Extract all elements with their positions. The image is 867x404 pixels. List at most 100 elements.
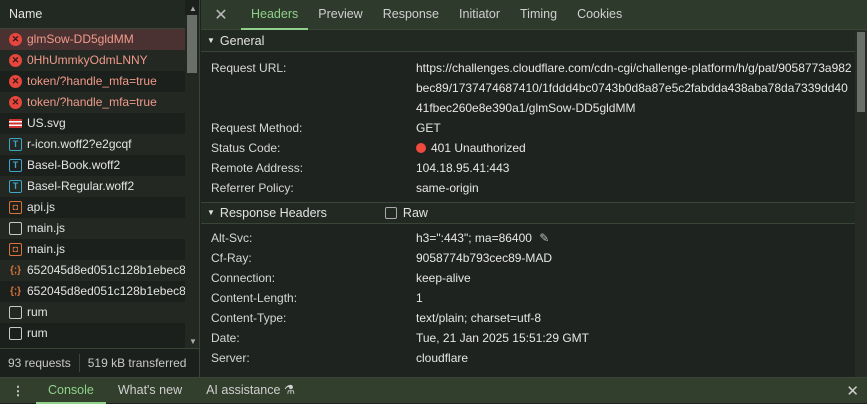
more-options-icon[interactable]: ⋮ — [0, 383, 36, 398]
error-icon: ✕ — [9, 75, 22, 88]
header-key: Status Code: — [211, 141, 281, 155]
header-row: Content-Type: text/plain; charset=utf-8 — [201, 308, 867, 328]
section-title: Response Headers — [219, 206, 327, 220]
header-row: Request URL: https://challenges.cloudflar… — [201, 58, 867, 118]
header-row: Status Code: 401 Unauthorized — [201, 138, 867, 158]
header-key: Referrer Policy: — [211, 181, 294, 195]
status-code-value: 401 Unauthorized — [431, 141, 526, 155]
request-row[interactable]: ✕ 0HhUmmkyOdmLNNY — [0, 50, 185, 71]
request-list: ✕ glmSow-DD5gldMM ✕ 0HhUmmkyOdmLNNY ✕ token/?… — [0, 29, 199, 344]
header-row: Referrer Policy: same-origin — [201, 178, 867, 198]
response-header-rows: Alt-Svc: h3=":443"; ma=86400 ✎ Cf-Ray: 905… — [201, 224, 867, 372]
header-value: 1 — [416, 291, 423, 305]
header-key: Remote Address: — [211, 161, 304, 175]
tab-headers[interactable]: Headers — [241, 0, 309, 30]
header-row: Remote Address: 104.18.95.41:443 — [201, 158, 867, 178]
header-value: same-origin — [416, 181, 479, 195]
request-row[interactable]: ◘ api.js — [0, 197, 185, 218]
header-row: Cf-Ray: 9058774b793cec89-MAD — [201, 248, 867, 268]
request-row[interactable]: rum — [0, 323, 185, 344]
raw-checkbox[interactable] — [384, 207, 397, 219]
request-row[interactable]: ✕ glmSow-DD5gldMM — [0, 29, 185, 50]
close-icon[interactable]: ✕ — [201, 5, 241, 25]
request-row[interactable]: US.svg — [0, 113, 185, 134]
header-key: Request URL: — [211, 61, 287, 75]
request-name: Basel-Book.woff2 — [27, 158, 121, 172]
scroll-down-icon[interactable]: ▼ — [189, 337, 197, 346]
request-name: main.js — [27, 242, 66, 256]
tab-cookies[interactable]: Cookies — [567, 0, 632, 30]
drawer-tab-console[interactable]: Console — [36, 378, 106, 404]
close-drawer-icon[interactable]: ✕ — [846, 382, 859, 400]
general-rows: Request URL: https://challenges.cloudflar… — [201, 52, 867, 202]
section-title: General — [219, 33, 265, 48]
header-key: Cf-Ray: — [211, 251, 252, 265]
request-name: token/?handle_mfa=true — [27, 74, 157, 88]
request-row[interactable]: T Basel-Regular.woff2 — [0, 176, 185, 197]
tab-preview[interactable]: Preview — [308, 0, 372, 30]
header-key: Request Method: — [211, 121, 303, 135]
script-icon: ◘ — [9, 201, 22, 214]
error-icon: ✕ — [9, 54, 22, 67]
request-name: US.svg — [27, 116, 66, 130]
error-icon: ✕ — [9, 96, 22, 109]
request-list-scrollbar[interactable] — [185, 15, 199, 348]
triangle-down-icon: ▼ — [207, 208, 215, 217]
request-name: 652045d8ed051c128b1ebec8 — [27, 284, 185, 298]
error-icon: ✕ — [9, 33, 22, 46]
header-row: Content-Length: 1 — [201, 288, 867, 308]
request-details-panel: ✕ Headers Preview Response Initiator Tim… — [201, 0, 867, 377]
response-headers-section-header[interactable]: ▼ Response Headers Raw — [201, 202, 867, 224]
pencil-icon[interactable]: ✎ — [539, 231, 549, 245]
request-row[interactable]: ✕ token/?handle_mfa=true — [0, 92, 185, 113]
header-key: Content-Type: — [211, 311, 287, 325]
font-icon: T — [9, 180, 22, 193]
request-name: rum — [27, 326, 48, 340]
request-row[interactable]: {;} 652045d8ed051c128b1ebec8 — [0, 260, 185, 281]
drawer-bar: ⋮ Console What's new AI assistance ⚗ ✕ — [0, 377, 867, 404]
header-value: GET — [416, 121, 441, 135]
tab-response[interactable]: Response — [373, 0, 449, 30]
general-section-header[interactable]: ▼ General — [201, 30, 867, 52]
scroll-up-icon[interactable]: ▲ — [189, 4, 197, 13]
header-value: keep-alive — [416, 271, 471, 285]
details-scrollbar[interactable] — [855, 30, 867, 377]
header-key: Content-Length: — [211, 291, 298, 305]
header-key: Connection: — [211, 271, 276, 285]
network-status-bar: 93 requests 519 kB transferred — [0, 348, 200, 377]
header-row: Connection: keep-alive — [201, 268, 867, 288]
request-row[interactable]: {;} 652045d8ed051c128b1ebec8 — [0, 281, 185, 302]
request-row[interactable]: main.js — [0, 218, 185, 239]
request-url-value: https://challenges.cloudflare.com/cdn-cg… — [416, 61, 852, 115]
triangle-down-icon: ▼ — [207, 35, 215, 45]
header-value: Tue, 21 Jan 2025 15:51:29 GMT — [416, 331, 589, 345]
header-row: Request Method: GET — [201, 118, 867, 138]
font-icon: T — [9, 138, 22, 151]
drawer-tab-ai-assistance[interactable]: AI assistance ⚗ — [194, 378, 307, 404]
request-list-panel: Name ✕ glmSow-DD5gldMM ✕ 0HhUmmkyOdmLNNY ✕ to… — [0, 0, 200, 377]
doc-icon — [9, 222, 22, 235]
tab-timing[interactable]: Timing — [510, 0, 567, 30]
tab-initiator[interactable]: Initiator — [449, 0, 510, 30]
request-row[interactable]: T Basel-Book.woff2 — [0, 155, 185, 176]
request-name: token/?handle_mfa=true — [27, 95, 157, 109]
request-name: main.js — [27, 221, 66, 235]
flag-icon — [9, 119, 22, 128]
header-value: text/plain; charset=utf-8 — [416, 311, 542, 325]
file-icon — [9, 327, 22, 340]
header-row: Date: Tue, 21 Jan 2025 15:51:29 GMT — [201, 328, 867, 348]
request-name: 652045d8ed051c128b1ebec8 — [27, 263, 185, 277]
header-key: Server: — [211, 351, 250, 365]
request-row[interactable]: ◘ main.js — [0, 239, 185, 260]
request-row[interactable]: ✕ token/?handle_mfa=true — [0, 71, 185, 92]
script-icon: ◘ — [9, 243, 22, 256]
json-icon: {;} — [9, 265, 22, 276]
name-column-header[interactable]: Name — [0, 0, 185, 29]
header-value: 104.18.95.41:443 — [416, 161, 510, 175]
drawer-tab-whats-new[interactable]: What's new — [106, 378, 194, 404]
request-row[interactable]: rum — [0, 302, 185, 323]
request-row[interactable]: Tr-icon.woff2?e2gcqf — [0, 134, 185, 155]
request-name: rum — [27, 305, 48, 319]
header-value: 9058774b793cec89-MAD — [416, 251, 553, 265]
raw-label: Raw — [402, 206, 428, 220]
